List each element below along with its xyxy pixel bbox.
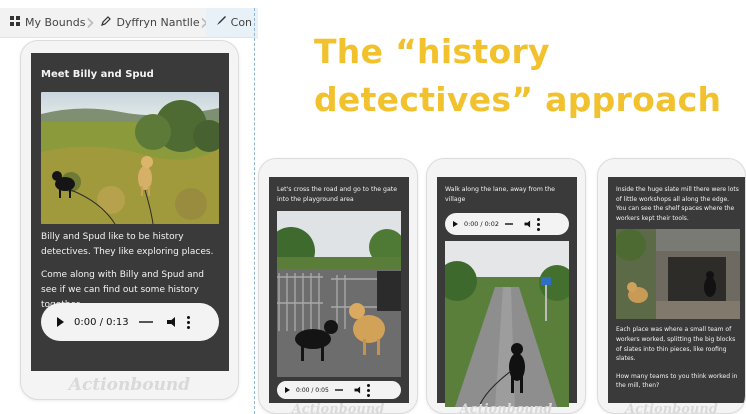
actionbound-logo: Actionbound (625, 402, 718, 414)
audio-time: 0:00 / 0:02 (464, 220, 499, 228)
phone-screen: Inside the huge slate mill there were lo… (608, 177, 745, 403)
column-divider (254, 8, 255, 414)
volume-icon[interactable] (354, 386, 361, 394)
step-caption-1: Inside the huge slate mill there were lo… (616, 186, 739, 222)
phone-mockup-intro: Meet Billy and Spud Billy and Spud like … (20, 40, 239, 400)
slide-headline: The “history detectives” approach (314, 28, 734, 124)
play-icon[interactable] (57, 317, 64, 327)
grid-icon (10, 16, 20, 29)
audio-progress-track[interactable] (334, 389, 343, 391)
headline-line-1: The “history (314, 32, 550, 71)
phone-screen: Let's cross the road and go to the gate … (267, 177, 409, 403)
audio-progress-track[interactable] (504, 223, 513, 225)
play-icon[interactable] (285, 387, 290, 393)
slate-workshop-photo (614, 229, 740, 320)
breadcrumb-label: Con (230, 16, 253, 29)
step-question: How many teams to you think worked in th… (616, 372, 738, 390)
phone-mockup-gate: Let's cross the road and go to the gate … (258, 158, 418, 414)
actionbound-logo: Actionbound (459, 402, 553, 414)
breadcrumb-item-my-bounds[interactable]: My Bounds › (0, 8, 95, 37)
audio-player[interactable]: 0:00 / 0:02 (445, 213, 569, 235)
play-icon[interactable] (453, 221, 458, 227)
breadcrumb-label: Dyffryn Nantlle (116, 16, 200, 29)
audio-player[interactable]: 0:00 / 0:05 (277, 381, 401, 399)
intro-text-1: Billy and Spud like to be history detect… (41, 232, 214, 257)
step-caption-2: Each place was where a small team of wor… (616, 326, 736, 363)
more-options-icon[interactable] (366, 383, 370, 397)
breadcrumb-item-dyffryn-nantlle[interactable]: Dyffryn Nantlle › (91, 8, 209, 37)
dogs-on-moorland-photo (41, 92, 219, 224)
actionbound-logo: Actionbound (68, 375, 191, 395)
pen-icon (101, 16, 112, 29)
more-options-icon[interactable] (186, 315, 190, 329)
breadcrumb: My Bounds › Dyffryn Nantlle › Con (0, 8, 258, 38)
audio-player[interactable]: 0:00 / 0:13 (41, 303, 219, 341)
dog-on-lane-photo (437, 241, 575, 408)
phone-mockup-lane: Walk along the lane, away from the villa… (426, 158, 586, 414)
audio-time: 0:00 / 0:13 (74, 316, 129, 328)
screen-title: Meet Billy and Spud (41, 69, 154, 80)
step-caption: Let's cross the road and go to the gate … (277, 186, 398, 203)
dogs-at-gate-photo (267, 211, 405, 377)
audio-time: 0:00 / 0:05 (296, 386, 329, 394)
step-caption: Walk along the lane, away from the villa… (445, 186, 555, 203)
volume-icon[interactable] (166, 317, 177, 327)
breadcrumb-item-current[interactable]: Con (205, 8, 258, 37)
headline-line-2: detectives” approach (314, 80, 722, 119)
phone-screen: Meet Billy and Spud Billy and Spud like … (31, 53, 229, 371)
phone-mockup-slate-mill: Inside the huge slate mill there were lo… (597, 158, 746, 414)
more-options-icon[interactable] (536, 217, 540, 231)
brush-icon (216, 16, 226, 29)
actionbound-logo: Actionbound (291, 402, 385, 414)
breadcrumb-label: My Bounds (25, 16, 86, 29)
volume-icon[interactable] (524, 220, 531, 228)
audio-progress-track[interactable] (138, 321, 153, 323)
phone-screen: Walk along the lane, away from the villa… (437, 177, 577, 408)
